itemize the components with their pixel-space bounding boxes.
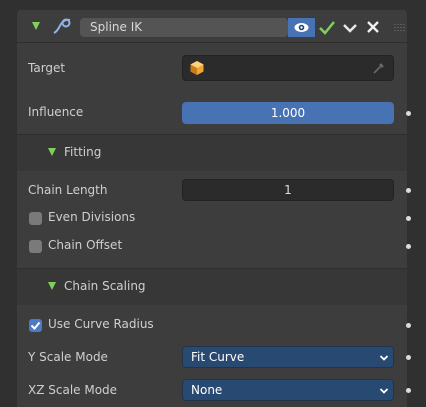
collapse-arrow-icon[interactable] (48, 148, 56, 156)
even-divisions-label: Even Divisions (48, 210, 136, 224)
eye-icon (294, 23, 309, 32)
keyframe-dot[interactable] (406, 323, 411, 328)
use-curve-radius-checkbox[interactable] (29, 319, 42, 332)
keyframe-dot[interactable] (406, 244, 411, 249)
y-scale-mode-value: Fit Curve (191, 350, 245, 364)
constraint-name-text: Spline IK (90, 20, 143, 34)
xz-scale-mode-value: None (191, 383, 223, 397)
chain-length-field[interactable]: 1 (182, 179, 394, 201)
influence-slider[interactable]: 1.000 (182, 102, 394, 124)
xz-scale-mode-label: XZ Scale Mode (28, 383, 118, 397)
y-scale-mode-dropdown[interactable]: Fit Curve (182, 346, 394, 368)
delete-button[interactable] (363, 18, 383, 37)
chain-offset-checkbox[interactable] (29, 240, 42, 253)
drag-handle-icon[interactable] (394, 22, 405, 32)
use-curve-radius-label: Use Curve Radius (48, 317, 154, 331)
keyframe-dot[interactable] (406, 216, 411, 221)
target-label: Target (28, 61, 66, 75)
collapse-arrow-icon[interactable] (48, 282, 56, 290)
chevron-down-icon (343, 24, 357, 33)
chevron-down-icon (379, 388, 389, 394)
keyframe-dot[interactable] (406, 355, 411, 360)
chain-offset-label: Chain Offset (48, 238, 123, 252)
chain-scaling-label: Chain Scaling (64, 279, 146, 293)
options-dropdown-button[interactable] (339, 18, 361, 37)
influence-label: Influence (28, 105, 84, 119)
close-icon (367, 21, 379, 33)
checkmark-icon (30, 321, 41, 330)
target-field[interactable] (182, 55, 394, 81)
even-divisions-checkbox[interactable] (29, 212, 42, 225)
collapse-arrow-icon[interactable] (32, 22, 40, 30)
checkmark-icon (319, 21, 335, 35)
y-scale-mode-label: Y Scale Mode (28, 350, 108, 364)
keyframe-dot[interactable] (406, 188, 411, 193)
eyedropper-icon[interactable] (372, 61, 386, 75)
constraint-name-field[interactable]: Spline IK (80, 18, 288, 37)
visibility-toggle[interactable] (288, 18, 315, 37)
influence-value: 1.000 (270, 106, 306, 120)
chain-length-label: Chain Length (28, 183, 108, 197)
keyframe-dot[interactable] (406, 111, 411, 116)
fitting-label: Fitting (64, 145, 102, 159)
spline-ik-constraint-icon (51, 16, 73, 36)
keyframe-dot[interactable] (406, 388, 411, 393)
xz-scale-mode-dropdown[interactable]: None (182, 379, 394, 401)
chain-length-value: 1 (284, 183, 292, 197)
apply-button[interactable] (316, 18, 338, 37)
object-icon (190, 61, 204, 75)
chevron-down-icon (379, 355, 389, 361)
